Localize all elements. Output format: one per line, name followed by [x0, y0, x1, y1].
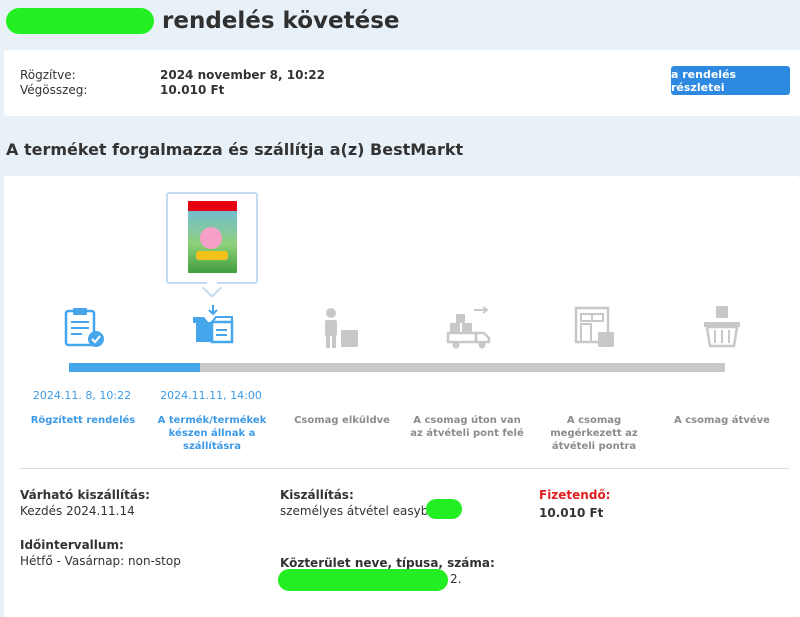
- step-label-arrived: A csomag megérkezett az átvételi pontra: [550, 415, 638, 452]
- time-interval-value: Hétfő - Vasárnap: non-stop: [20, 554, 181, 568]
- step-label-sent: Csomag elküldve: [294, 415, 390, 426]
- product-cover-image: [188, 201, 237, 273]
- step-label-recorded: Rögzített rendelés: [30, 415, 136, 426]
- recorded-value: 2024 november 8, 10:22: [160, 68, 325, 82]
- delivery-truck-icon: [446, 306, 491, 349]
- total-label: Végösszeg:: [20, 83, 88, 97]
- open-box-icon: [193, 305, 234, 344]
- pickup-point-icon: [574, 306, 614, 347]
- tracking-card: 2024.11. 8, 10:22 2024.11.11, 14:00 Rögz…: [4, 176, 800, 617]
- expected-delivery-label: Várható kiszállítás:: [20, 488, 150, 502]
- clipboard-check-icon: [64, 308, 104, 347]
- redacted-address: [278, 569, 448, 591]
- amount-due-label: Fizetendő:: [539, 488, 611, 502]
- time-interval-label: Időintervallum:: [20, 538, 124, 552]
- basket-icon: [704, 306, 740, 348]
- shipping-label: Kiszállítás:: [280, 488, 354, 502]
- product-thumbnail[interactable]: [166, 192, 258, 284]
- page-title: rendelés követése: [6, 6, 400, 36]
- seller-heading: A terméket forgalmazza és szállítja a(z)…: [6, 140, 464, 159]
- step-date-recorded: 2024.11. 8, 10:22: [32, 389, 132, 402]
- expected-delivery-value: Kezdés 2024.11.14: [20, 504, 135, 518]
- step-label-ready: A termék/termékek készen állnak a szállí…: [157, 415, 267, 452]
- address-label: Közterület neve, típusa, száma:: [280, 556, 495, 570]
- order-details-button[interactable]: a rendelés részletei: [671, 66, 790, 95]
- recorded-label: Rögzítve:: [20, 68, 76, 82]
- progress-track: [69, 363, 725, 372]
- page-title-text: rendelés követése: [162, 8, 400, 34]
- redacted-shipping-point: [426, 499, 462, 519]
- step-date-ready: 2024.11.11, 14:00: [160, 389, 262, 402]
- step-label-picked-up: A csomag átvéve: [674, 415, 770, 426]
- amount-due-value: 10.010 Ft: [539, 506, 604, 520]
- total-value: 10.010 Ft: [160, 83, 225, 97]
- step-label-in-transit: A csomag úton van az átvételi pont felé: [410, 415, 524, 439]
- progress-fill: [69, 363, 201, 372]
- address-tail: 2.: [450, 572, 462, 586]
- divider: [20, 468, 789, 469]
- shipping-value: személyes átvétel easybo: [280, 504, 436, 518]
- courier-package-icon: [325, 308, 358, 348]
- order-summary-card: Rögzítve: 2024 november 8, 10:22 Végössz…: [4, 50, 800, 116]
- redacted-order-number: [6, 8, 154, 34]
